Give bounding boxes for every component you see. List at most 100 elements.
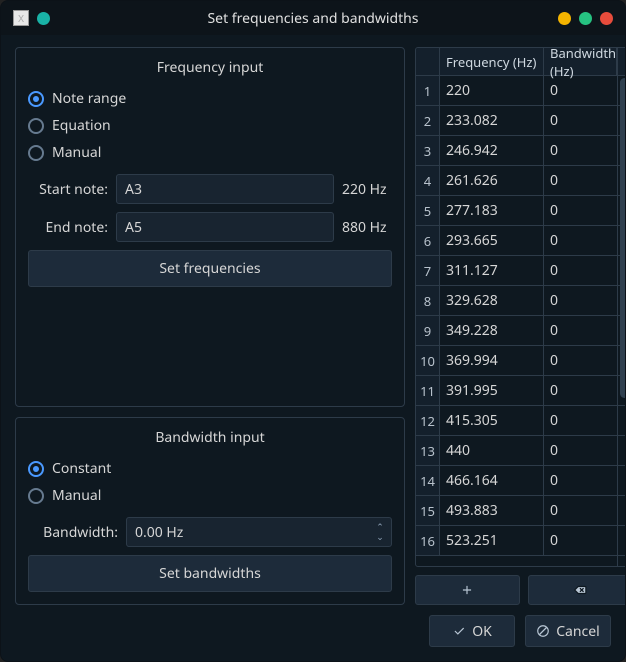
frequency-cell[interactable]: 466.164 xyxy=(440,466,544,495)
table-row[interactable]: 14466.1640 xyxy=(416,466,626,496)
row-number: 15 xyxy=(416,496,440,525)
dialog-window: X Set frequencies and bandwidths Frequen… xyxy=(0,0,626,662)
row-number: 10 xyxy=(416,346,440,375)
bandwidth-input-panel: Bandwidth input Constant Manual Bandwidt… xyxy=(15,417,405,605)
bandwidth-cell[interactable]: 0 xyxy=(544,106,626,135)
maximize-button[interactable] xyxy=(579,12,592,25)
scrollbar[interactable] xyxy=(617,76,626,566)
frequency-cell[interactable]: 277.183 xyxy=(440,196,544,225)
bandwidth-cell[interactable]: 0 xyxy=(544,406,626,435)
table-row[interactable]: 16523.2510 xyxy=(416,526,626,556)
radio-manual-freq[interactable]: Manual xyxy=(28,143,392,162)
bandwidth-cell[interactable]: 0 xyxy=(544,196,626,225)
table-row[interactable]: 9349.2280 xyxy=(416,316,626,346)
backspace-icon xyxy=(573,583,587,597)
content: Frequency input Note range Equation xyxy=(1,35,625,661)
frequency-cell[interactable]: 261.626 xyxy=(440,166,544,195)
cancel-button[interactable]: Cancel xyxy=(525,615,611,647)
table-row[interactable]: 2233.0820 xyxy=(416,106,626,136)
bandwidth-cell[interactable]: 0 xyxy=(544,526,626,555)
bandwidth-cell[interactable]: 0 xyxy=(544,346,626,375)
start-note-label: Start note: xyxy=(28,180,108,199)
table-row[interactable]: 15493.8830 xyxy=(416,496,626,526)
radio-icon xyxy=(28,91,44,107)
bandwidth-cell[interactable]: 0 xyxy=(544,316,626,345)
scroll-header-spacer xyxy=(617,48,626,75)
cancel-label: Cancel xyxy=(556,622,600,641)
row-number: 9 xyxy=(416,316,440,345)
table-row[interactable]: 134400 xyxy=(416,436,626,466)
bandwidth-spin[interactable]: ⌃⌄ xyxy=(126,517,392,547)
app-icon: X xyxy=(13,10,29,26)
bandwidth-cell[interactable]: 0 xyxy=(544,136,626,165)
plus-icon xyxy=(460,583,474,597)
frequency-cell[interactable]: 311.127 xyxy=(440,256,544,285)
frequency-cell[interactable]: 391.995 xyxy=(440,376,544,405)
window-title: Set frequencies and bandwidths xyxy=(1,9,625,28)
table-body[interactable]: 122002233.08203246.94204261.62605277.183… xyxy=(416,76,626,566)
radio-note-range[interactable]: Note range xyxy=(28,89,392,108)
frequency-mode-radio-group: Note range Equation Manual xyxy=(28,89,392,162)
table-row[interactable]: 10369.9940 xyxy=(416,346,626,376)
radio-constant[interactable]: Constant xyxy=(28,459,392,478)
row-number: 16 xyxy=(416,526,440,555)
table-row[interactable]: 12415.3050 xyxy=(416,406,626,436)
bottom-buttons: OK Cancel xyxy=(15,615,611,647)
table-row[interactable]: 6293.6650 xyxy=(416,226,626,256)
start-note-input[interactable] xyxy=(116,174,334,204)
bandwidth-cell[interactable]: 0 xyxy=(544,436,626,465)
bandwidth-cell[interactable]: 0 xyxy=(544,226,626,255)
table-row[interactable]: 4261.6260 xyxy=(416,166,626,196)
frequency-cell[interactable]: 440 xyxy=(440,436,544,465)
table-row[interactable]: 3246.9420 xyxy=(416,136,626,166)
table-row[interactable]: 12200 xyxy=(416,76,626,106)
frequency-cell[interactable]: 329.628 xyxy=(440,286,544,315)
bandwidth-cell[interactable]: 0 xyxy=(544,76,626,105)
bandwidth-cell[interactable]: 0 xyxy=(544,166,626,195)
cancel-icon xyxy=(536,624,550,638)
frequency-header[interactable]: Frequency (Hz) xyxy=(440,48,544,75)
spin-arrows-icon[interactable]: ⌃⌄ xyxy=(372,519,388,545)
set-bandwidths-button[interactable]: Set bandwidths xyxy=(28,555,392,592)
add-row-button[interactable] xyxy=(415,575,520,605)
table-row[interactable]: 5277.1830 xyxy=(416,196,626,226)
row-number-header xyxy=(416,48,440,75)
scroll-thumb[interactable] xyxy=(620,78,626,398)
bandwidth-cell[interactable]: 0 xyxy=(544,376,626,405)
frequency-cell[interactable]: 246.942 xyxy=(440,136,544,165)
end-note-label: End note: xyxy=(28,218,108,237)
table-row[interactable]: 8329.6280 xyxy=(416,286,626,316)
delete-row-button[interactable] xyxy=(528,575,626,605)
table-row[interactable]: 7311.1270 xyxy=(416,256,626,286)
bandwidth-cell[interactable]: 0 xyxy=(544,256,626,285)
close-button[interactable] xyxy=(600,12,613,25)
frequency-cell[interactable]: 220 xyxy=(440,76,544,105)
radio-manual-bw[interactable]: Manual xyxy=(28,486,392,505)
bandwidth-cell[interactable]: 0 xyxy=(544,496,626,525)
ok-label: OK xyxy=(472,622,492,641)
frequency-panel-title: Frequency input xyxy=(28,58,392,77)
frequency-cell[interactable]: 523.251 xyxy=(440,526,544,555)
frequency-cell[interactable]: 293.665 xyxy=(440,226,544,255)
row-number: 13 xyxy=(416,436,440,465)
bandwidth-header[interactable]: Bandwidth (Hz) xyxy=(544,48,617,75)
minimize-button[interactable] xyxy=(558,12,571,25)
bandwidth-input[interactable] xyxy=(126,517,392,547)
radio-equation[interactable]: Equation xyxy=(28,116,392,135)
frequency-cell[interactable]: 233.082 xyxy=(440,106,544,135)
frequency-cell[interactable]: 493.883 xyxy=(440,496,544,525)
frequency-input-panel: Frequency input Note range Equation xyxy=(15,47,405,407)
row-number: 2 xyxy=(416,106,440,135)
table-row[interactable]: 11391.9950 xyxy=(416,376,626,406)
bandwidth-row: Bandwidth: ⌃⌄ xyxy=(28,517,392,547)
bandwidth-cell[interactable]: 0 xyxy=(544,286,626,315)
end-note-input[interactable] xyxy=(116,212,334,242)
bandwidth-cell[interactable]: 0 xyxy=(544,466,626,495)
row-number: 8 xyxy=(416,286,440,315)
frequency-cell[interactable]: 415.305 xyxy=(440,406,544,435)
set-frequencies-button[interactable]: Set frequencies xyxy=(28,250,392,287)
row-number: 14 xyxy=(416,466,440,495)
ok-button[interactable]: OK xyxy=(429,615,515,647)
frequency-cell[interactable]: 349.228 xyxy=(440,316,544,345)
frequency-cell[interactable]: 369.994 xyxy=(440,346,544,375)
